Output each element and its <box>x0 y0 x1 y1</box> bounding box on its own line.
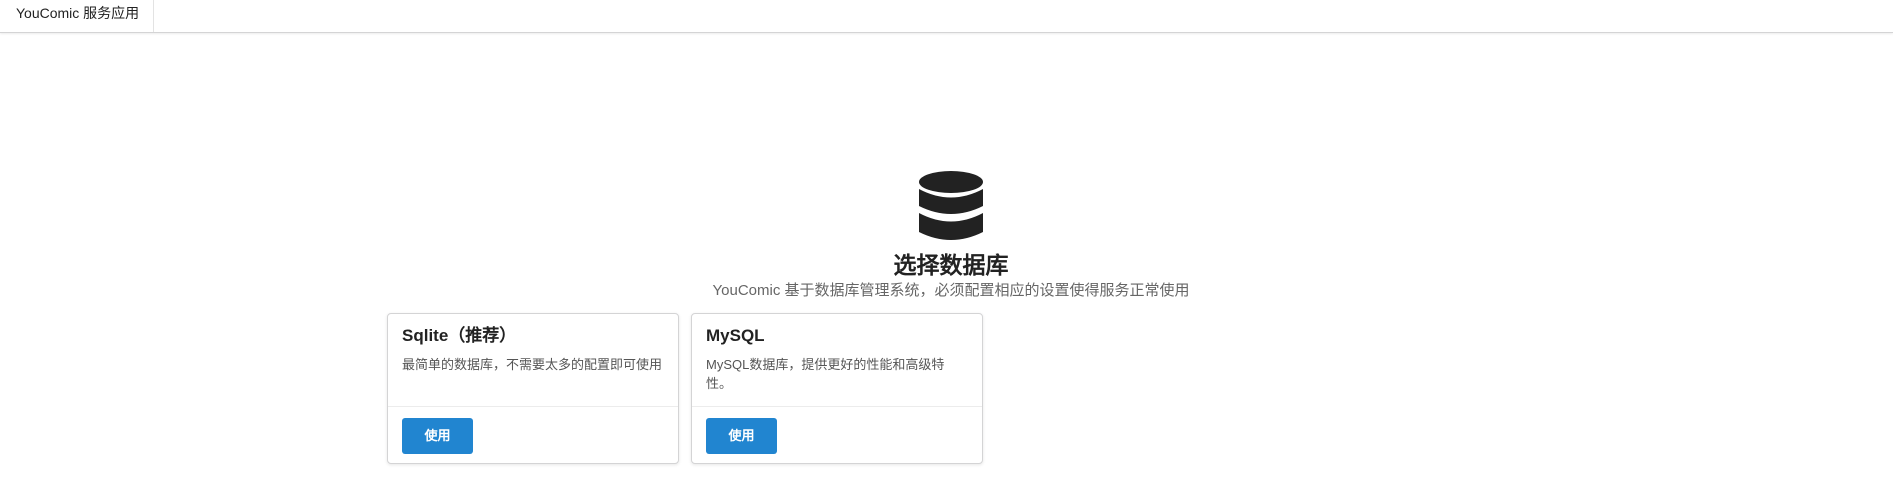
use-mysql-button[interactable]: 使用 <box>706 418 777 454</box>
page-subtitle: YouComic 基于数据库管理系统，必须配置相应的设置使得服务正常使用 <box>712 282 1190 299</box>
database-card-mysql: MySQL MySQL数据库，提供更好的性能和高级特性。 使用 <box>691 313 983 464</box>
use-sqlite-button[interactable]: 使用 <box>402 418 473 454</box>
card-title: MySQL <box>706 326 765 345</box>
page-title: 选择数据库 <box>893 252 1009 278</box>
card-divider <box>692 406 982 407</box>
database-card-sqlite: Sqlite（推荐） 最简单的数据库，不需要太多的配置即可使用 使用 <box>387 313 679 464</box>
top-menu-bar: YouComic 服务应用 <box>0 0 1893 33</box>
card-description: 最简单的数据库，不需要太多的配置即可使用 <box>402 357 663 372</box>
card-divider <box>388 406 678 407</box>
card-description: MySQL数据库，提供更好的性能和高级特性。 <box>706 357 945 391</box>
card-title: Sqlite（推荐） <box>402 326 517 345</box>
menu-item-app-title[interactable]: YouComic 服务应用 <box>0 0 154 32</box>
database-icon <box>919 171 983 240</box>
